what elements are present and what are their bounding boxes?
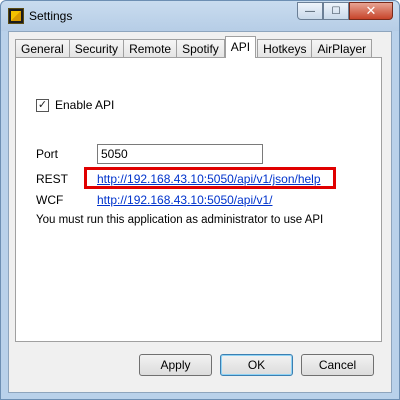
tab-hotkeys[interactable]: Hotkeys — [257, 39, 313, 58]
tab-spotify[interactable]: Spotify — [176, 39, 225, 58]
minimize-button[interactable]: — — [297, 2, 323, 20]
wcf-label: WCF — [36, 193, 64, 207]
port-label: Port — [36, 147, 59, 161]
minimize-icon: — — [305, 5, 315, 17]
apply-button[interactable]: Apply — [139, 354, 212, 376]
window-title: Settings — [29, 9, 73, 23]
port-input[interactable] — [97, 144, 263, 164]
close-icon: ✕ — [365, 3, 377, 18]
close-button[interactable]: ✕ — [349, 2, 393, 20]
wcf-url-link[interactable]: http://192.168.43.10:5050/api/v1/ — [97, 193, 272, 207]
tab-api[interactable]: API — [224, 36, 257, 58]
enable-api-label: Enable API — [55, 98, 115, 112]
title-bar[interactable]: Settings — ☐ ✕ — [1, 1, 399, 31]
admin-note: You must run this application as adminis… — [36, 214, 324, 226]
tab-strip: General Security Remote Spotify API Hotk… — [15, 36, 373, 58]
maximize-icon: ☐ — [331, 5, 341, 17]
enable-api-checkbox[interactable]: ✓ — [36, 98, 49, 112]
settings-window: Settings — ☐ ✕ General Security Remote S… — [0, 0, 400, 400]
tab-remote[interactable]: Remote — [123, 39, 178, 58]
cancel-button[interactable]: Cancel — [301, 354, 374, 376]
check-icon: ✓ — [37, 98, 48, 111]
tab-general[interactable]: General — [15, 39, 70, 58]
tab-security[interactable]: Security — [68, 39, 125, 58]
window-controls: — ☐ ✕ — [297, 2, 393, 22]
api-tab-panel: ✓ Enable API Port REST http://192.168.43… — [15, 57, 382, 342]
maximize-button[interactable]: ☐ — [323, 2, 349, 20]
rest-label: REST — [36, 172, 69, 186]
enable-api-row[interactable]: ✓ Enable API — [36, 98, 114, 112]
tab-airplayer[interactable]: AirPlayer — [311, 39, 373, 58]
app-logo-icon — [8, 8, 24, 24]
ok-button[interactable]: OK — [220, 354, 293, 376]
rest-url-link[interactable]: http://192.168.43.10:5050/api/v1/json/he… — [97, 172, 321, 186]
dialog-client-area: General Security Remote Spotify API Hotk… — [8, 31, 392, 393]
